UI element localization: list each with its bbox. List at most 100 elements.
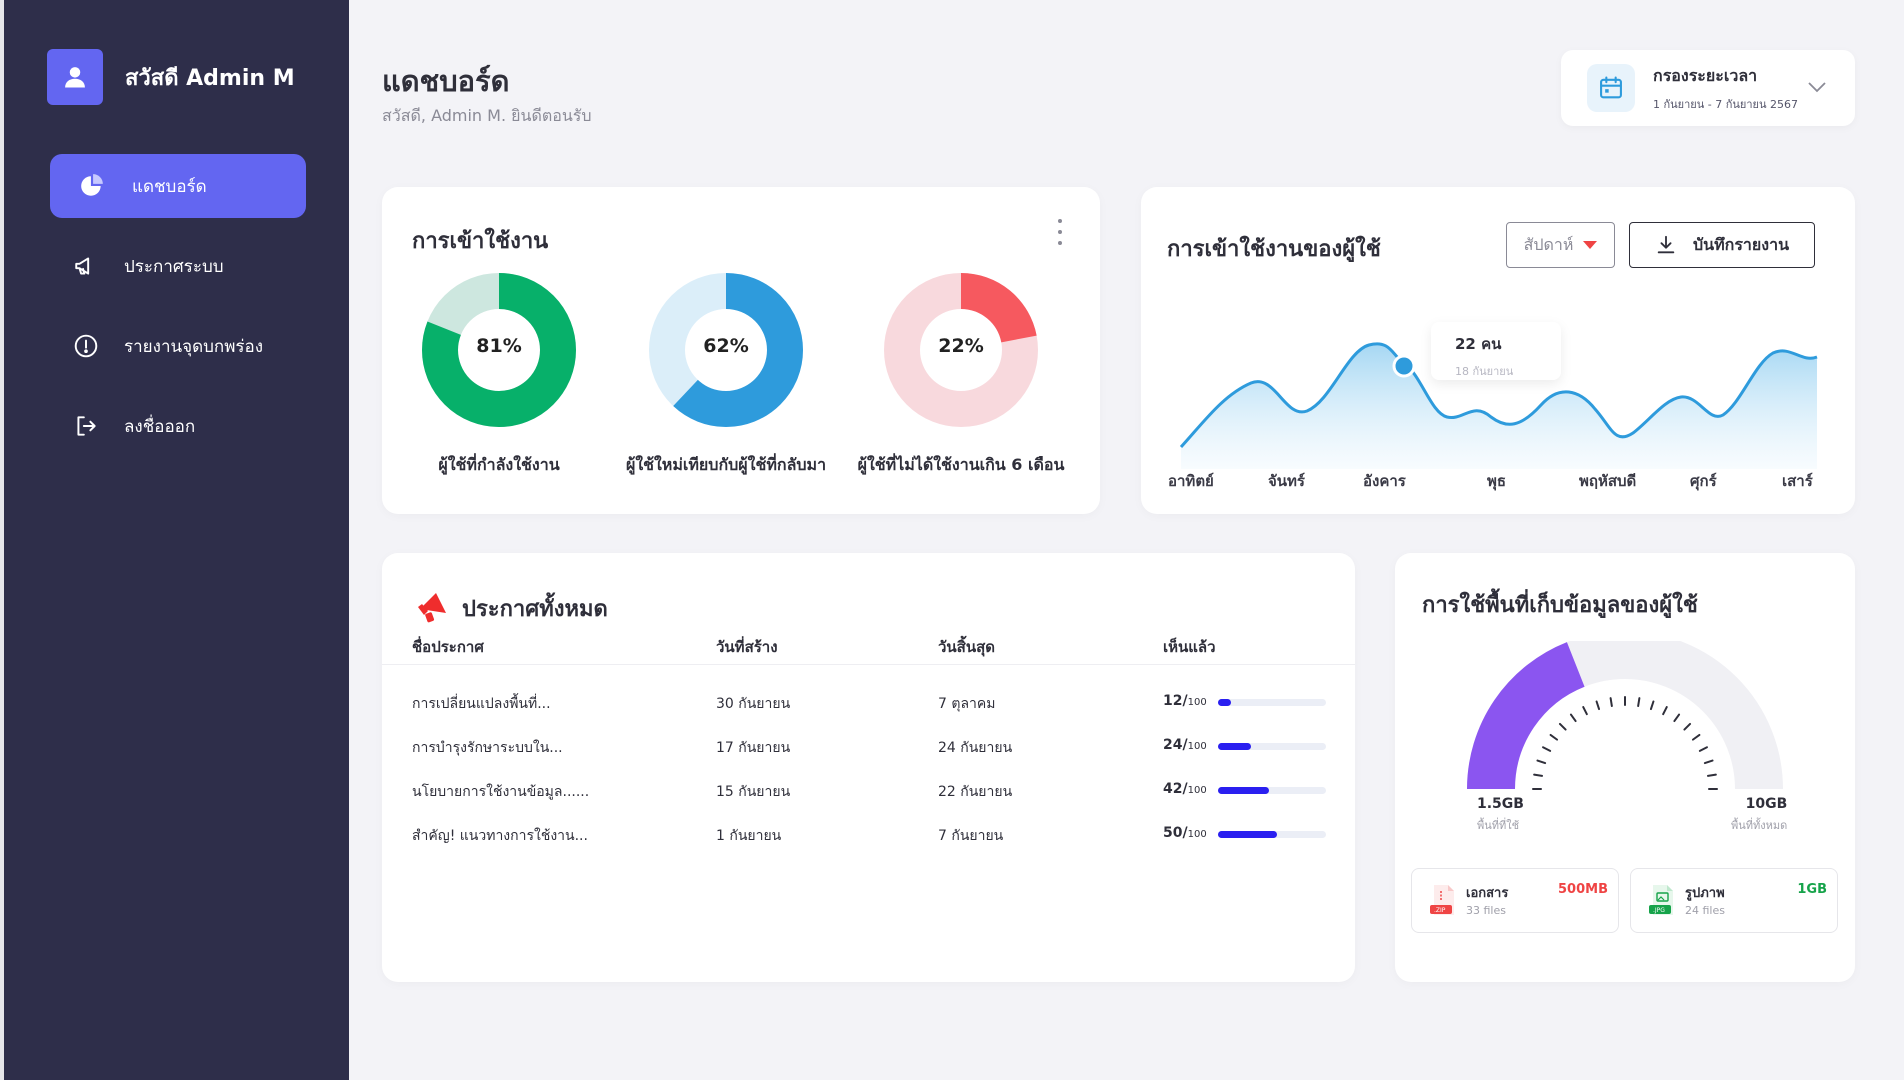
seen-total: 100 xyxy=(1187,829,1207,840)
seen-count: 50/100 xyxy=(1163,825,1207,841)
file-category-documents[interactable]: .ZIP เอกสาร 33 files 500MB xyxy=(1411,868,1619,933)
gauge-tick xyxy=(1698,746,1708,752)
gauge-tick xyxy=(1582,706,1588,716)
gauge-tick xyxy=(1569,713,1577,723)
file-category-images[interactable]: .JPG รูปภาพ 24 files 1GB xyxy=(1630,868,1838,933)
seen-total: 100 xyxy=(1187,697,1207,708)
day-label: เสาร์ xyxy=(1782,472,1813,490)
sidebar-item-logout[interactable]: ลงชื่อออก xyxy=(50,394,306,458)
donut-new-vs-returning: 62% ผู้ใช้ใหม่เทียบกับผู้ใช้ที่กลับมา xyxy=(600,273,852,478)
file-category-count: 33 files xyxy=(1466,904,1506,917)
announcements-title: ประกาศทั้งหมด xyxy=(462,596,608,622)
gauge-tick xyxy=(1536,759,1547,765)
announcement-name: สำคัญ! แนวทางการใช้งาน... xyxy=(412,828,588,844)
gauge-tick xyxy=(1549,733,1559,741)
day-label: พฤหัสบดี xyxy=(1579,472,1637,490)
gauge-tick xyxy=(1595,700,1601,711)
storage-total-label: พื้นที่ทั้งหมด xyxy=(1731,819,1788,832)
table-row[interactable]: การเปลี่ยนแปลงพื้นที่... 30 กันยายน 7 ตุ… xyxy=(382,693,1355,717)
gauge-tick xyxy=(1637,697,1641,708)
sidebar-item-announcements[interactable]: ประกาศระบบ xyxy=(50,234,306,298)
gauge-tick xyxy=(1542,746,1552,752)
storage-used-value: 1.5GB xyxy=(1477,796,1524,812)
seen-progress-bar xyxy=(1218,699,1326,706)
column-header: เห็นแล้ว xyxy=(1163,638,1216,656)
seen-progress-bar xyxy=(1218,787,1326,794)
seen-progress-bar xyxy=(1218,831,1326,838)
donut-percent: 62% xyxy=(703,335,749,357)
table-row[interactable]: สำคัญ! แนวทางการใช้งาน... 1 กันยายน 7 กั… xyxy=(382,825,1355,849)
highlight-point[interactable] xyxy=(1392,354,1416,378)
gauge-ticks xyxy=(1532,696,1718,790)
sidebar-item-label: รายงานจุดบกพร่อง xyxy=(124,336,264,357)
end-date: 24 กันยายน xyxy=(938,740,1013,756)
day-label: พุธ xyxy=(1487,472,1507,490)
file-category-size: 1GB xyxy=(1797,882,1827,897)
date-range-filter[interactable]: กรองระยะเวลา 1 กันยายน - 7 กันยายน 2567 xyxy=(1561,50,1855,126)
donut-active-users: 81% ผู้ใช้ที่กำลังใช้งาน xyxy=(412,273,586,478)
seen-count: 12/100 xyxy=(1163,693,1207,709)
zip-file-icon: .ZIP xyxy=(1430,883,1458,921)
table-row[interactable]: การบำรุงรักษาระบบใน... 17 กันยายน 24 กัน… xyxy=(382,737,1355,761)
column-header: วันสิ้นสุด xyxy=(938,638,995,656)
seen-progress-fill xyxy=(1218,787,1269,794)
sidebar-item-bug-report[interactable]: รายงานจุดบกพร่อง xyxy=(50,314,306,378)
seen-progress-bar xyxy=(1218,743,1326,750)
profile: สวัสดี Admin M xyxy=(47,49,295,105)
gauge-tick xyxy=(1649,700,1655,711)
donut-label: ผู้ใช้ใหม่เทียบกับผู้ใช้ที่กลับมา xyxy=(625,455,827,474)
seen-count: 24/100 xyxy=(1163,737,1207,753)
file-category-name: เอกสาร xyxy=(1466,886,1509,901)
sidebar: สวัสดี Admin M แดชบอร์ด ประกาศระบบ รายงา… xyxy=(0,0,349,1080)
gauge-tick xyxy=(1533,773,1544,777)
donut-label: ผู้ใช้ที่ไม่ได้ใช้งานเกิน 6 เดือน xyxy=(857,455,1065,474)
file-category-count: 24 files xyxy=(1685,904,1725,917)
announcement-name: การบำรุงรักษาระบบใน... xyxy=(412,740,563,756)
announcement-name: นโยบายการใช้งานข้อมูล...... xyxy=(412,784,590,800)
sidebar-item-label: ประกาศระบบ xyxy=(124,256,224,277)
page-subtitle: สวัสดี, Admin M. ยินดีตอนรับ xyxy=(382,106,592,125)
created-date: 1 กันยายน xyxy=(716,828,782,844)
usage-card: การเข้าใช้งาน 81% ผู้ใช้ที่กำลังใช้งาน 6… xyxy=(382,187,1100,514)
day-label: อาทิตย์ xyxy=(1168,472,1214,490)
created-date: 15 กันยายน xyxy=(716,784,791,800)
megaphone-icon xyxy=(72,252,100,280)
alert-circle-icon xyxy=(72,332,100,360)
gauge-tick xyxy=(1706,773,1717,777)
seen-progress-fill xyxy=(1218,831,1278,838)
end-date: 7 ตุลาคม xyxy=(938,696,996,712)
gauge-tick xyxy=(1673,713,1681,723)
pie-chart-icon xyxy=(78,172,106,200)
user-trend-card: การเข้าใช้งานของผู้ใช้ สัปดาห์ บันทึกราย… xyxy=(1141,187,1855,514)
sidebar-item-dashboard[interactable]: แดชบอร์ด xyxy=(50,154,306,218)
calendar-icon xyxy=(1587,64,1635,112)
storage-used: 1.5GB พื้นที่ที่ใช้ xyxy=(1477,796,1524,834)
megaphone-icon xyxy=(414,587,452,629)
usage-title: การเข้าใช้งาน xyxy=(412,229,549,254)
page-title: แดชบอร์ด xyxy=(382,64,510,98)
seen-value: 24/ xyxy=(1163,737,1188,753)
storage-card: การใช้พื้นที่เก็บข้อมูลของผู้ใช้ 1.5GB พ… xyxy=(1395,553,1855,982)
seen-progress-fill xyxy=(1218,743,1252,750)
file-category-name: รูปภาพ xyxy=(1685,886,1725,901)
gauge-tick xyxy=(1609,697,1613,708)
donut-percent: 22% xyxy=(938,335,984,357)
file-category-size: 500MB xyxy=(1558,882,1608,897)
more-options-icon[interactable] xyxy=(1052,219,1068,245)
image-file-icon: .JPG xyxy=(1649,883,1677,921)
seen-total: 100 xyxy=(1187,741,1207,752)
day-label: จันทร์ xyxy=(1268,472,1305,490)
donut-label: ผู้ใช้ที่กำลังใช้งาน xyxy=(438,455,560,474)
created-date: 17 กันยายน xyxy=(716,740,791,756)
tooltip-date: 18 กันยายน xyxy=(1455,365,1514,378)
day-label: ศุกร์ xyxy=(1690,472,1717,490)
seen-value: 42/ xyxy=(1163,781,1188,797)
seen-value: 50/ xyxy=(1163,825,1188,841)
table-header: ชื่อประกาศ วันที่สร้าง วันสิ้นสุด เห็นแล… xyxy=(382,635,1355,665)
filter-range: 1 กันยายน - 7 กันยายน 2567 xyxy=(1653,97,1798,111)
jpg-badge: .JPG xyxy=(1653,907,1665,914)
storage-used-label: พื้นที่ที่ใช้ xyxy=(1477,819,1520,832)
seen-total: 100 xyxy=(1187,785,1207,796)
gauge-tick xyxy=(1662,706,1668,716)
table-row[interactable]: นโยบายการใช้งานข้อมูล...... 15 กันยายน 2… xyxy=(382,781,1355,805)
